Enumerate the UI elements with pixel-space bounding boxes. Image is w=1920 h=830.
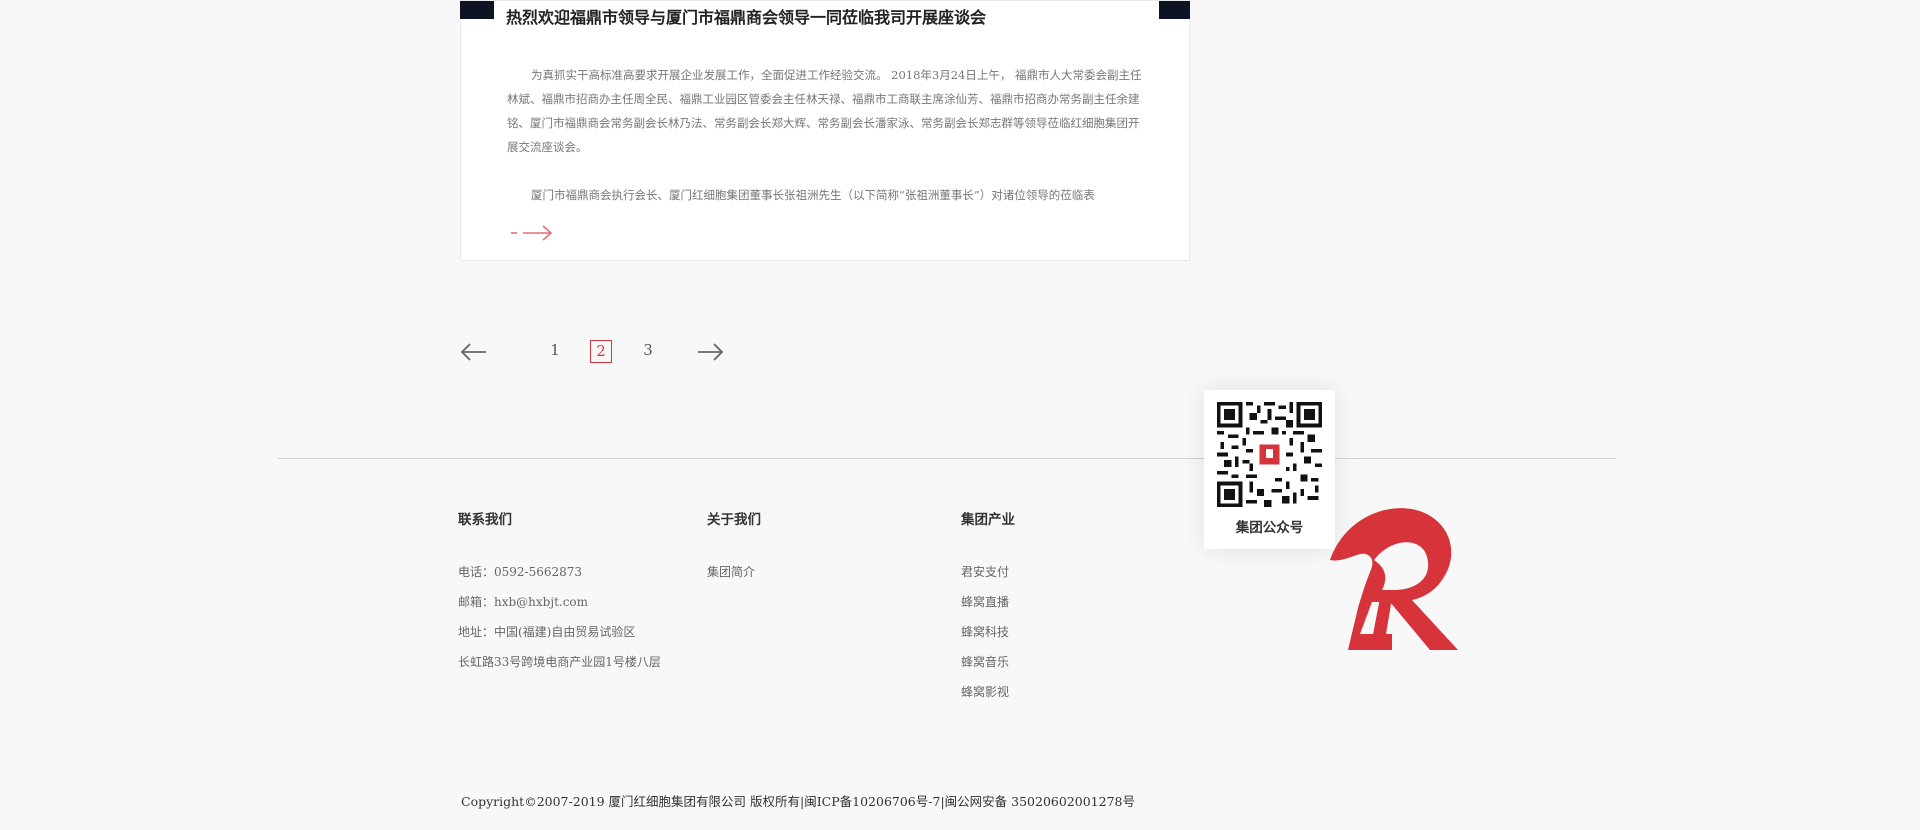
industry-link-live[interactable]: 蜂窝直播	[961, 587, 1015, 617]
wechat-qr-card: 集团公众号	[1204, 390, 1335, 549]
prev-page-button[interactable]	[460, 341, 488, 363]
arrow-left-icon	[460, 343, 486, 361]
police-record-link[interactable]: 闽公网安备 35020602001278号	[945, 794, 1135, 809]
news-title[interactable]: 热烈欢迎福鼎市领导与厦门市福鼎商会领导一同莅临我司开展座谈会	[506, 4, 986, 28]
contact-phone: 电话：0592-5662873	[458, 565, 583, 579]
company-logo	[1330, 508, 1458, 650]
next-page-button[interactable]	[696, 341, 724, 363]
icp-link[interactable]: 闽ICP备10206706号-7	[804, 794, 940, 809]
industry-link-film[interactable]: 蜂窝影视	[961, 677, 1015, 707]
arrow-right-icon	[698, 343, 724, 361]
about-heading: 关于我们	[707, 512, 761, 528]
industry-link-music[interactable]: 蜂窝音乐	[961, 647, 1015, 677]
footer-divider	[278, 458, 1616, 459]
contact-address: 地址：中国(福建)自由贸易试验区	[458, 625, 636, 639]
contact-heading: 联系我们	[458, 512, 512, 528]
qr-caption: 集团公众号	[1235, 520, 1304, 536]
news-paragraph-1: 为真抓实干高标准高要求开展企业发展工作，全面促进工作经验交流。 2018年3月2…	[507, 68, 1142, 154]
page-3-button[interactable]: 3	[637, 340, 659, 363]
page-2-button[interactable]: 2	[590, 340, 612, 363]
news-paragraph-2: 厦门市福鼎商会执行会长、厦门红细胞集团董事长张祖洲先生（以下简称“张祖洲董事长”…	[531, 188, 1095, 202]
footer-contact-column: 联系我们 电话：0592-5662873 邮箱：hxb@hxbjt.com 地址…	[458, 508, 661, 685]
footer-about-column: 关于我们 集团简介	[707, 508, 761, 595]
about-intro-link[interactable]: 集团简介	[707, 557, 761, 587]
copyright-text: Copyright©2007-2019 厦门红细胞集团有限公司 版权所有	[461, 794, 800, 809]
industry-link-tech[interactable]: 蜂窝科技	[961, 617, 1015, 647]
contact-address-line-2: 长虹路33号跨境电商产业园1号楼八层	[458, 655, 661, 669]
news-card: 热烈欢迎福鼎市领导与厦门市福鼎商会领导一同莅临我司开展座谈会 为真抓实干高标准高…	[460, 0, 1190, 261]
qr-code-image	[1217, 402, 1322, 507]
copyright-bar: Copyright©2007-2019 厦门红细胞集团有限公司 版权所有|闽IC…	[461, 791, 1135, 810]
page-1-button[interactable]: 1	[544, 340, 566, 363]
footer-industry-column: 集团产业 君安支付 蜂窝直播 蜂窝科技 蜂窝音乐 蜂窝影视	[961, 508, 1015, 715]
industry-heading: 集团产业	[961, 512, 1015, 528]
arrow-right-icon	[511, 225, 553, 241]
contact-email: 邮箱：hxb@hxbjt.com	[458, 595, 589, 609]
news-excerpt: 为真抓实干高标准高要求开展企业发展工作，全面促进工作经验交流。 2018年3月2…	[507, 63, 1145, 207]
industry-link-pay[interactable]: 君安支付	[961, 557, 1015, 587]
read-more-button[interactable]	[510, 223, 554, 243]
